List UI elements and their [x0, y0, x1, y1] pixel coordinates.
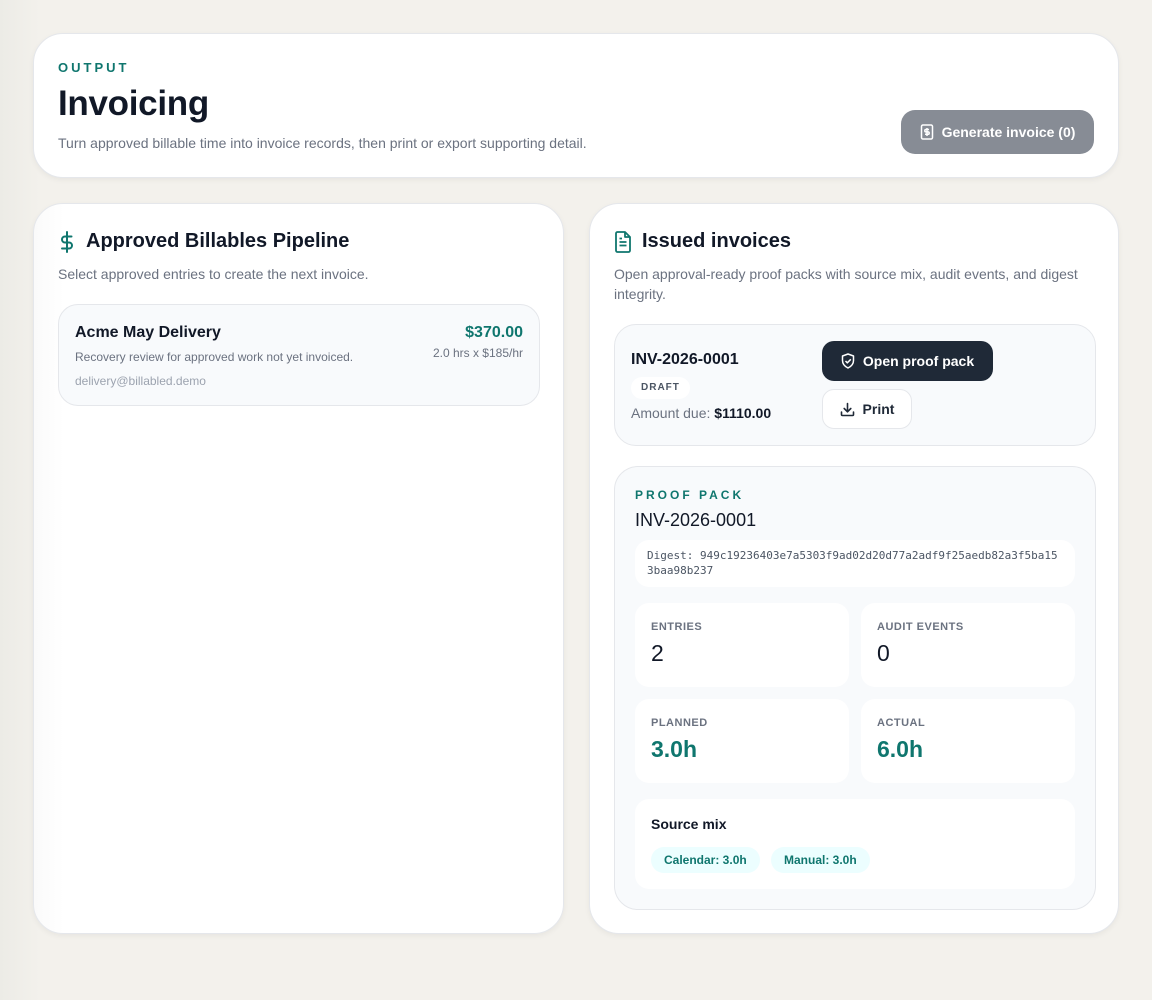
invoice-number: INV-2026-0001 — [631, 351, 739, 368]
download-icon — [840, 402, 855, 417]
generate-invoice-label: Generate invoice (0) — [941, 124, 1076, 140]
page-subtitle: Turn approved billable time into invoice… — [58, 135, 587, 151]
source-chip-manual: Manual: 3.0h — [771, 847, 870, 873]
pipeline-subtitle: Select approved entries to create the ne… — [58, 266, 369, 282]
invoice-row: INV-2026-0001 DRAFT Amount due: $1110.00… — [614, 324, 1096, 446]
stat-actual: ACTUAL 6.0h — [861, 699, 1075, 783]
issued-heading: Issued invoices — [614, 230, 791, 253]
dollar-icon — [58, 230, 76, 253]
stat-label: ACTUAL — [877, 717, 926, 729]
amount-due-value: $1110.00 — [714, 405, 772, 421]
proof-pack-invoice-number: INV-2026-0001 — [635, 510, 757, 530]
digest-hash: Digest: 949c19236403e7a5303f9ad02d20d77a… — [635, 540, 1075, 587]
stat-value: 2 — [651, 640, 664, 666]
billable-rate: 2.0 hrs x $185/hr — [432, 346, 523, 360]
billables-pipeline-card: Approved Billables Pipeline Select appro… — [33, 203, 564, 934]
page-title: Invoicing — [58, 84, 209, 123]
stat-planned: PLANNED 3.0h — [635, 699, 849, 783]
stat-value: 0 — [877, 640, 890, 666]
section-eyebrow: OUTPUT — [58, 60, 130, 75]
stat-label: PLANNED — [651, 717, 708, 729]
stat-label: AUDIT EVENTS — [877, 621, 964, 633]
print-label: Print — [862, 401, 895, 417]
billable-entry[interactable]: Acme May Delivery Recovery review for ap… — [58, 304, 540, 406]
print-button[interactable]: Print — [822, 389, 912, 429]
source-chip-calendar: Calendar: 3.0h — [651, 847, 760, 873]
invoicing-header-card: OUTPUT Invoicing Turn approved billable … — [33, 33, 1119, 178]
stat-value: 6.0h — [877, 736, 924, 762]
invoice-icon — [920, 124, 934, 140]
source-mix-box: Source mix Calendar: 3.0h Manual: 3.0h — [635, 799, 1075, 889]
stat-audit-events: AUDIT EVENTS 0 — [861, 603, 1075, 687]
open-proof-pack-label: Open proof pack — [862, 353, 975, 369]
amount-due-label: Amount due: — [631, 405, 711, 421]
issued-title: Issued invoices — [642, 230, 791, 252]
billable-email: delivery@billabled.demo — [75, 374, 206, 388]
status-badge: DRAFT — [631, 377, 690, 399]
proof-pack-eyebrow: PROOF PACK — [635, 488, 745, 502]
invoice-amount-due: Amount due: $1110.00 — [631, 405, 771, 421]
issued-invoices-card: Issued invoices Open approval-ready proo… — [589, 203, 1119, 934]
billable-description: Recovery review for approved work not ye… — [75, 350, 354, 364]
pipeline-heading: Approved Billables Pipeline — [58, 230, 349, 253]
document-icon — [614, 230, 632, 253]
billable-amount: $370.00 — [465, 324, 523, 341]
issued-subtitle: Open approval-ready proof packs with sou… — [614, 266, 1078, 302]
stat-label: ENTRIES — [651, 621, 703, 633]
generate-invoice-button[interactable]: Generate invoice (0) — [901, 110, 1094, 154]
source-mix-title: Source mix — [651, 816, 727, 832]
shield-check-icon — [841, 353, 855, 369]
pipeline-title: Approved Billables Pipeline — [86, 230, 350, 252]
proof-pack-panel: PROOF PACK INV-2026-0001 Digest: 949c192… — [614, 466, 1096, 910]
open-proof-pack-button[interactable]: Open proof pack — [822, 341, 993, 381]
stat-value: 3.0h — [651, 736, 698, 762]
billable-client: Acme May Delivery — [75, 324, 221, 341]
stat-entries: ENTRIES 2 — [635, 603, 849, 687]
